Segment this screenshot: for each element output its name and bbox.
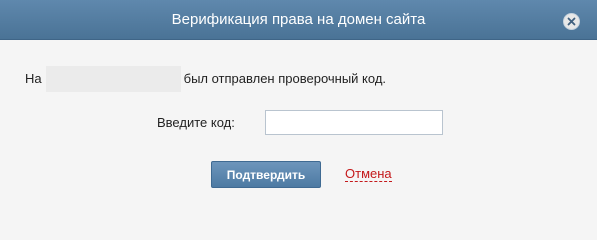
verification-message: На был отправлен проверочный код. [25, 66, 386, 92]
code-label: Введите код: [157, 115, 235, 130]
message-prefix: На [25, 71, 42, 86]
dialog-titlebar: Верификация права на домен сайта [0, 0, 597, 40]
close-icon [567, 17, 576, 26]
dialog-title: Верификация права на домен сайта [171, 11, 426, 28]
code-input[interactable] [265, 110, 443, 135]
message-suffix: был отправлен проверочный код. [183, 71, 387, 86]
masked-domain [45, 66, 181, 92]
close-button[interactable] [563, 13, 580, 30]
confirm-button[interactable]: Подтвердить [211, 161, 321, 188]
verification-dialog: Верификация права на домен сайта На был о… [0, 0, 597, 204]
cancel-link[interactable]: Отмена [345, 167, 392, 182]
